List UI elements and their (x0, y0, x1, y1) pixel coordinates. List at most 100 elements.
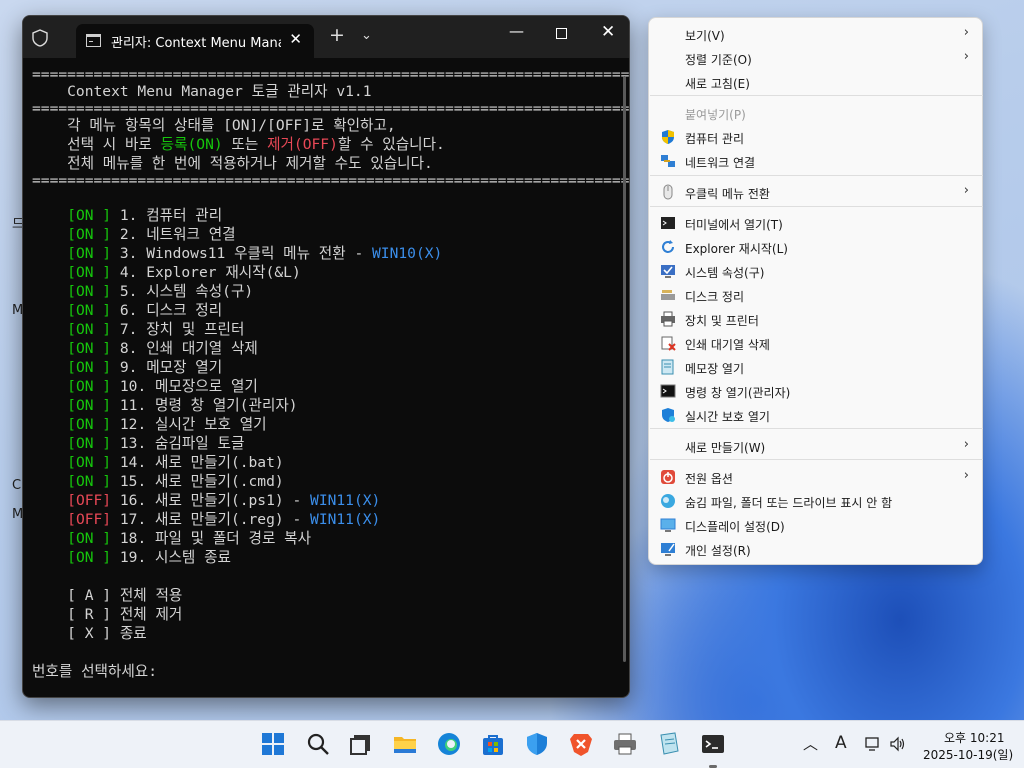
brave-icon[interactable] (568, 731, 594, 757)
item-status: [OFF] (67, 492, 112, 509)
context-menu-item[interactable]: 인쇄 대기열 삭제 (653, 331, 979, 355)
menu-item-line: [ON ] 12. 실시간 보호 열기 (32, 415, 619, 434)
item-label: 15. 새로 만들기(.cmd) (111, 473, 284, 490)
display-icon (660, 517, 676, 533)
file-explorer-icon[interactable] (392, 731, 418, 757)
show-hidden-icons-button[interactable]: ︿ (803, 733, 818, 754)
store-icon[interactable] (480, 731, 506, 757)
context-menu-item[interactable]: 디스플레이 설정(D) (653, 513, 979, 537)
tab-close-icon[interactable]: ✕ (289, 30, 302, 48)
desktop-context-menu[interactable]: 보기(V) › 정렬 기준(O) › 새로 고침(E) 붙여넣기(P) 컴퓨터 관리 네트워크… (648, 17, 983, 565)
context-menu-item[interactable]: 장치 및 프린터 (653, 307, 979, 331)
start-icon[interactable] (260, 731, 286, 757)
context-menu-item[interactable]: 컴퓨터 관리 (653, 125, 979, 149)
action-apply-all: [ A ] 전체 적용 (32, 587, 183, 604)
terminal-tab[interactable]: 관리자: Context Menu Manag ✕ (76, 24, 314, 58)
menu-item-line: [ON ] 11. 명령 창 열기(관리자) (32, 396, 619, 415)
terminal-window[interactable]: 관리자: Context Menu Manag ✕ + ⌄ — ✕ ======… (22, 15, 630, 698)
terminal-titlebar[interactable]: 관리자: Context Menu Manag ✕ + ⌄ — ✕ (23, 16, 629, 58)
printer-icon[interactable] (612, 731, 638, 757)
personalize-icon (660, 541, 676, 557)
system-icon (660, 263, 676, 279)
disk-cleanup-icon (660, 287, 676, 303)
item-label: 14. 새로 만들기(.bat) (111, 454, 284, 471)
separator-line: ========================================… (32, 66, 630, 83)
item-status: [ON ] (67, 454, 112, 471)
context-menu-item[interactable]: 정렬 기준(O) › (653, 46, 979, 70)
menu-item-line: [ON ] 19. 시스템 종료 (32, 548, 619, 567)
task-view-icon[interactable] (348, 731, 374, 757)
context-menu-item[interactable]: 시스템 속성(구) (653, 259, 979, 283)
context-menu-label: 디스플레이 설정(D) (685, 520, 785, 534)
new-tab-button[interactable]: + (329, 24, 345, 46)
context-menu-item[interactable]: 터미널에서 열기(T) (653, 211, 979, 235)
menu-separator (650, 95, 983, 96)
maximize-button[interactable] (556, 28, 567, 39)
search-icon[interactable] (305, 731, 331, 757)
context-menu-item[interactable]: 새로 고침(E) (653, 70, 979, 94)
terminal-scrollbar[interactable] (623, 76, 626, 662)
context-menu-item[interactable]: 메모장 열기 (653, 355, 979, 379)
context-menu-item[interactable]: Explorer 재시작(L) (653, 235, 979, 259)
tab-dropdown-button[interactable]: ⌄ (361, 28, 372, 43)
context-menu-item[interactable]: 명령 창 열기(관리자) (653, 379, 979, 403)
input-prompt[interactable]: 번호를 선택하세요: (32, 662, 619, 681)
defender-icon[interactable] (524, 731, 550, 757)
context-menu-item[interactable]: 실시간 보호 열기 (653, 403, 979, 427)
terminal-output[interactable]: ========================================… (23, 58, 630, 697)
context-menu-item[interactable]: 숨김 파일, 폴더 또는 드라이브 표시 안 함 (653, 489, 979, 513)
clock-date[interactable]: 2025-10-19(일) (923, 746, 1013, 763)
ime-indicator[interactable]: A (835, 733, 847, 753)
desktop-icon-label[interactable]: C (12, 478, 21, 493)
menu-separator (650, 459, 983, 460)
minimize-button[interactable]: — (509, 22, 524, 40)
chevron-right-icon: › (963, 468, 969, 483)
context-menu-item[interactable]: 개인 설정(R) (653, 537, 979, 561)
chevron-right-icon: › (963, 49, 969, 64)
chevron-right-icon: › (963, 437, 969, 452)
item-label: 5. 시스템 속성(구) (111, 283, 254, 300)
menu-item-line: [ON ] 4. Explorer 재시작(&L) (32, 263, 619, 282)
edge-icon[interactable] (436, 731, 462, 757)
item-status: [ON ] (67, 302, 112, 319)
description-line: 각 메뉴 항목의 상태를 [ON]/[OFF]로 확인하고, (32, 117, 396, 134)
taskbar[interactable]: ︿ A 오후 10:21 2025-10-19(일) (0, 720, 1024, 768)
item-status: [ON ] (67, 321, 112, 338)
context-menu-item[interactable]: 보기(V) › (653, 22, 979, 46)
network-icon[interactable] (864, 735, 882, 753)
context-menu-item[interactable]: 전원 옵션 › (653, 465, 979, 489)
context-menu-item[interactable]: 네트워크 연결 (653, 149, 979, 173)
item-label: 3. Windows11 우클릭 메뉴 전환 - (111, 245, 373, 262)
action-exit: [ X ] 종료 (32, 625, 147, 642)
item-label: 16. 새로 만들기(.ps1) - (111, 492, 311, 509)
menu-item-line: [ON ] 1. 컴퓨터 관리 (32, 206, 619, 225)
item-label: 4. Explorer 재시작(&L) (111, 264, 301, 281)
context-menu-item[interactable]: 붙여넣기(P) (653, 101, 979, 125)
cmd-icon (86, 34, 101, 47)
item-label: 6. 디스크 정리 (111, 302, 223, 319)
menu-item-line: [OFF] 16. 새로 만들기(.ps1) - WIN11(X) (32, 491, 619, 510)
context-menu-item[interactable]: 디스크 정리 (653, 283, 979, 307)
terminal-icon[interactable] (700, 731, 726, 757)
register-on-text: 등록(ON) (160, 136, 223, 153)
context-menu-item[interactable]: 우클릭 메뉴 전환 › (653, 180, 979, 204)
volume-icon[interactable] (889, 735, 907, 753)
close-button[interactable]: ✕ (601, 22, 615, 42)
notepad-icon[interactable] (656, 731, 682, 757)
context-menu-label: 메모장 열기 (685, 362, 745, 376)
clock-time[interactable]: 오후 10:21 (944, 729, 1024, 746)
item-status: [ON ] (67, 283, 112, 300)
context-menu-label: 붙여넣기(P) (685, 108, 746, 122)
context-menu-item[interactable]: 새로 만들기(W) › (653, 434, 979, 458)
item-label: 8. 인쇄 대기열 삭제 (111, 340, 258, 357)
action-remove-all: [ R ] 전체 제거 (32, 606, 183, 623)
context-menu-label: 새로 만들기(W) (685, 441, 766, 455)
